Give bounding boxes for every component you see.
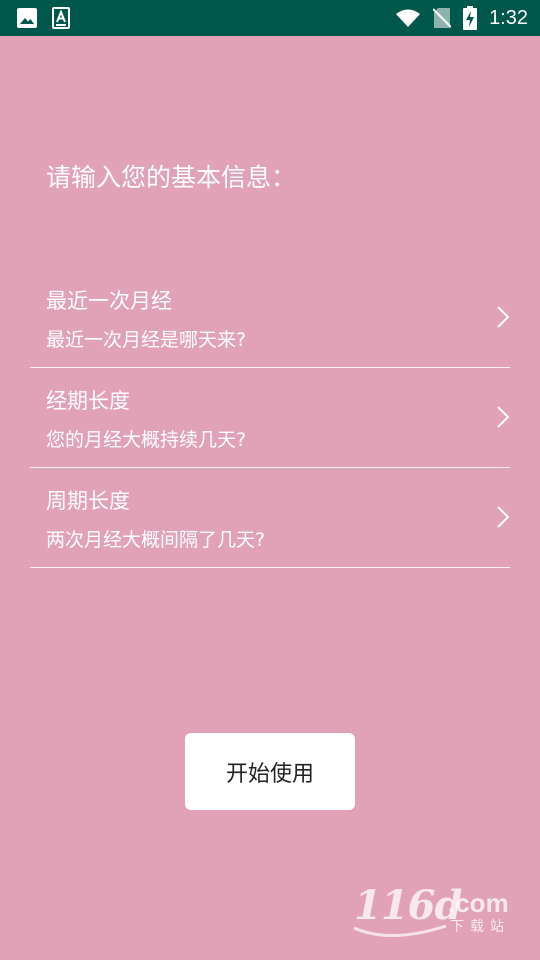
item-subtitle: 您的月经大概持续几天? (46, 429, 247, 451)
status-time: 1:32 (489, 6, 528, 29)
item-title: 最近一次月经 (46, 289, 172, 313)
item-subtitle: 两次月经大概间隔了几天? (46, 529, 266, 551)
accessibility-a-icon (52, 7, 70, 29)
status-bar-right: 1:32 (395, 6, 528, 30)
image-icon (16, 7, 38, 29)
chevron-right-icon (497, 306, 510, 328)
start-button[interactable]: 开始使用 (185, 733, 355, 810)
chevron-right-icon (497, 506, 510, 528)
item-subtitle: 最近一次月经是哪天来? (46, 329, 247, 351)
battery-charging-icon (463, 6, 478, 30)
chevron-right-icon (497, 406, 510, 428)
item-title: 经期长度 (46, 389, 130, 413)
watermark-swoosh-icon (353, 924, 447, 937)
settings-list: 最近一次月经 最近一次月经是哪天来? 经期长度 您的月经大概持续几天? 周期长度… (30, 268, 510, 568)
watermark-domain: .com (448, 888, 509, 918)
status-bar: 1:32 (0, 0, 540, 36)
wifi-icon (395, 8, 421, 28)
settings-item-last-period[interactable]: 最近一次月经 最近一次月经是哪天来? (30, 268, 510, 368)
watermark-tagline: 下载站 (450, 919, 510, 935)
watermark: 116d .com 下载站 (350, 882, 525, 944)
item-title: 周期长度 (46, 489, 130, 513)
settings-item-period-length[interactable]: 经期长度 您的月经大概持续几天? (30, 368, 510, 468)
settings-item-cycle-length[interactable]: 周期长度 两次月经大概间隔了几天? (30, 468, 510, 568)
page-title: 请输入您的基本信息： (46, 163, 297, 192)
status-bar-left (16, 7, 70, 29)
no-sim-icon (433, 7, 452, 29)
